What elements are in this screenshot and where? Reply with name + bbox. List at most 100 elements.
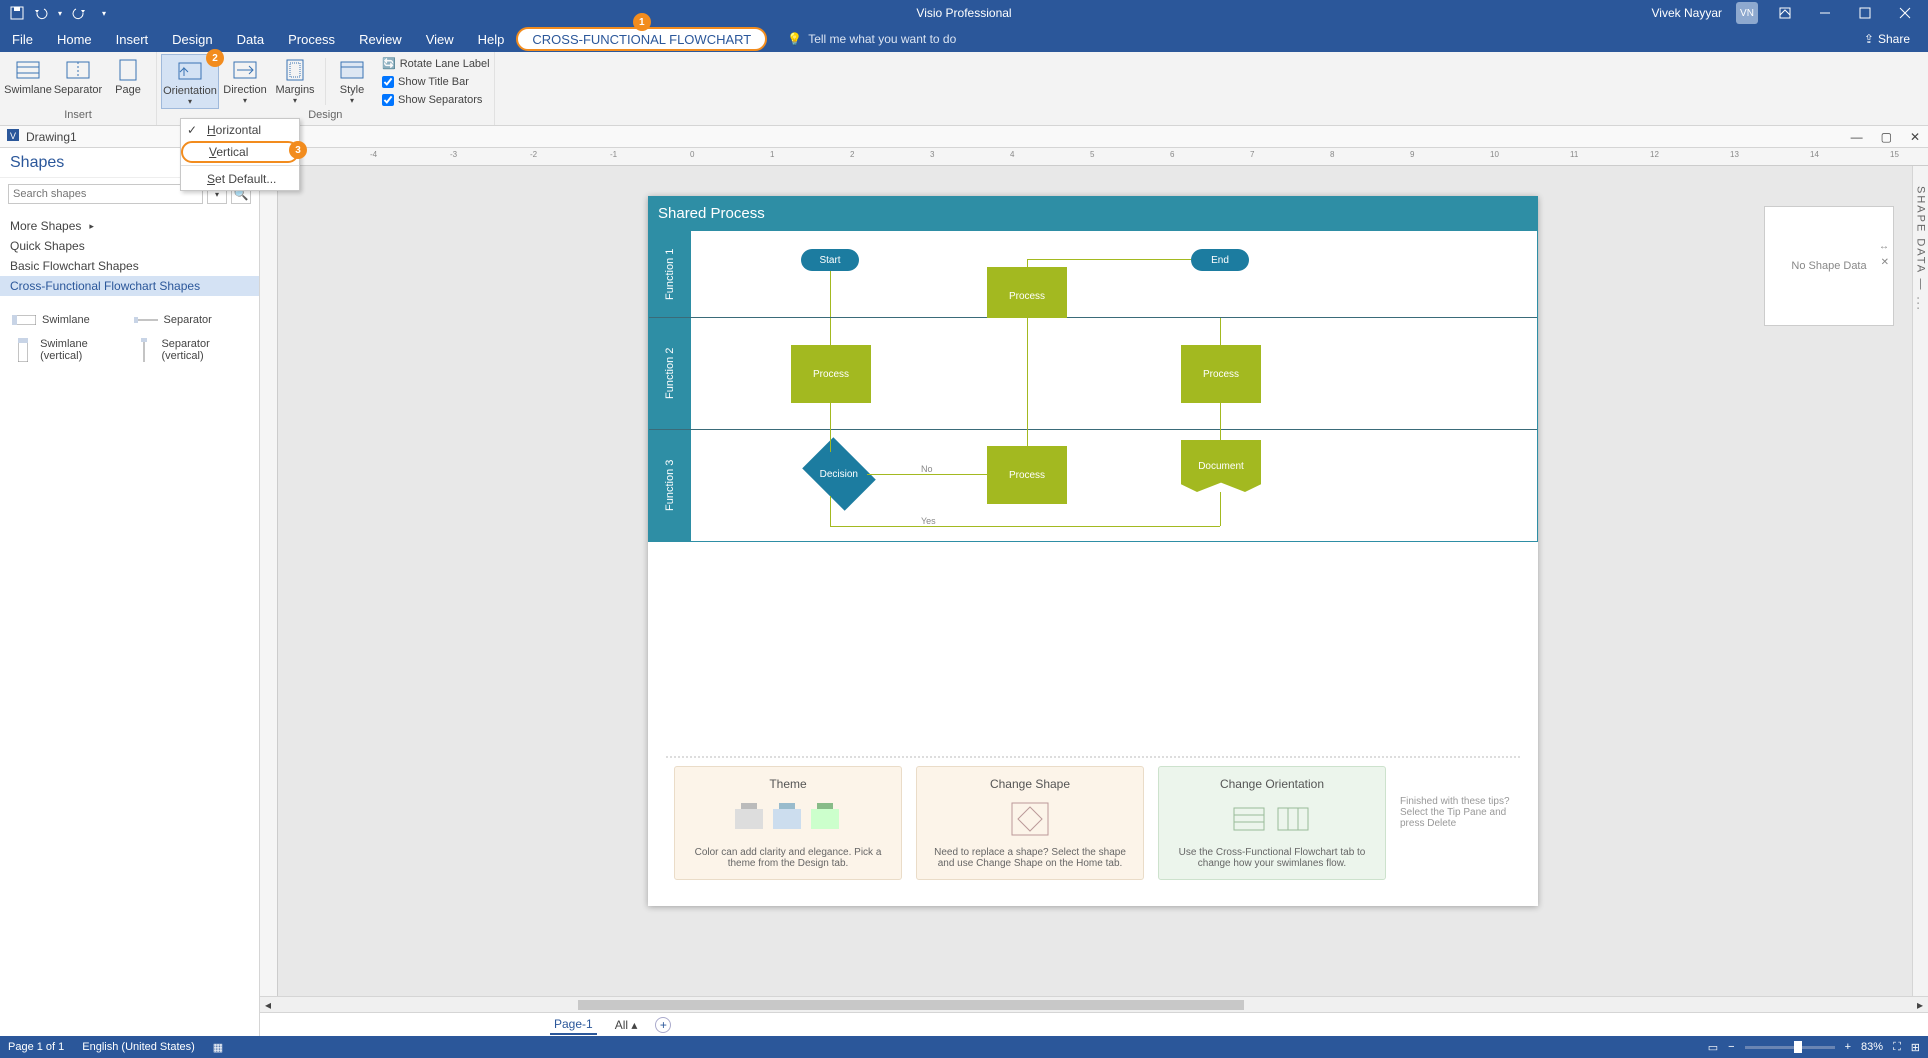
margins-button[interactable]: Margins ▾ (271, 54, 319, 109)
process-shape-2[interactable]: Process (791, 345, 871, 403)
tab-process[interactable]: Process (276, 26, 347, 52)
qat-customize-icon[interactable]: ▾ (102, 9, 106, 18)
flowchart-title[interactable]: Shared Process (648, 196, 1538, 230)
horizontal-scrollbar[interactable]: ◂ ▸ (260, 996, 1928, 1012)
fit-page-icon[interactable]: ⛶ (1893, 1041, 1901, 1054)
vertical-ruler[interactable] (260, 166, 278, 996)
tab-file[interactable]: File (0, 26, 45, 52)
add-page-icon[interactable]: + (655, 1017, 671, 1033)
shapes-panel: Shapes ‹ ▾ 🔍 More Shapes▸ Quick Shapes B… (0, 148, 260, 1036)
document-shape[interactable]: Document (1181, 440, 1261, 492)
tips-pane[interactable]: Theme Color can add clarity and elegance… (666, 756, 1520, 888)
close-icon[interactable] (1892, 3, 1918, 23)
direction-button[interactable]: Direction ▾ (221, 54, 269, 109)
style-button[interactable]: Style ▾ (332, 54, 372, 109)
zoom-level[interactable]: 83% (1861, 1041, 1883, 1053)
tab-insert[interactable]: Insert (104, 26, 161, 52)
lane-1[interactable]: Function 1 Start Process End (649, 231, 1537, 317)
zoom-slider[interactable] (1745, 1046, 1835, 1049)
doc-close-icon[interactable]: ✕ (1910, 130, 1920, 144)
scroll-left-icon[interactable]: ◂ (260, 997, 276, 1013)
orientation-horizontal[interactable]: ✓ Horizontal (181, 119, 299, 141)
shape-swimlane[interactable]: Swimlane (12, 312, 126, 328)
chevron-down-icon: ▾ (243, 96, 247, 105)
page-count[interactable]: Page 1 of 1 (8, 1041, 64, 1054)
separator-button[interactable]: Separator (54, 54, 102, 109)
macro-icon[interactable]: ▦ (213, 1041, 223, 1054)
tab-data[interactable]: Data (225, 26, 276, 52)
lane-2-label[interactable]: Function 2 (649, 318, 691, 429)
user-name[interactable]: Vivek Nayyar (1652, 6, 1722, 20)
edge-yes: Yes (921, 516, 936, 526)
flowchart: Shared Process Function 1 Start Process … (648, 196, 1538, 542)
shape-swimlane-v[interactable]: Swimlane (vertical) (12, 338, 126, 362)
scroll-right-icon[interactable]: ▸ (1912, 997, 1928, 1013)
page-all[interactable]: All ▴ (615, 1018, 638, 1032)
start-shape[interactable]: Start (801, 249, 859, 271)
ribbon-display-icon[interactable] (1772, 3, 1798, 23)
doc-minimize-icon[interactable]: — (1851, 130, 1863, 144)
tip-orientation[interactable]: Change Orientation Use the Cross-Functio… (1158, 766, 1386, 880)
scroll-thumb[interactable] (578, 1000, 1244, 1010)
shape-data-sidebar[interactable]: SHAPE DATA — ... (1912, 166, 1928, 996)
zoom-out-icon[interactable]: − (1728, 1041, 1734, 1053)
cross-functional-shapes[interactable]: Cross-Functional Flowchart Shapes (0, 276, 259, 296)
tab-home[interactable]: Home (45, 26, 104, 52)
orientation-set-default[interactable]: Set Default... (181, 168, 299, 190)
lane-3[interactable]: Function 3 Decision Process Document No (649, 429, 1537, 541)
process-shape-4[interactable]: Process (987, 446, 1067, 504)
lane-2[interactable]: Function 2 Process Process (649, 317, 1537, 429)
shape-data-panel[interactable]: No Shape Data ↔ ✕ (1764, 206, 1894, 326)
tip-theme[interactable]: Theme Color can add clarity and elegance… (674, 766, 902, 880)
search-input[interactable] (8, 184, 203, 204)
show-separators-checkbox[interactable]: Show Separators (378, 91, 490, 109)
tell-me[interactable]: 💡 Tell me what you want to do (787, 32, 956, 46)
rotate-lane-checkbox[interactable]: 🔄Rotate Lane Label (378, 55, 490, 73)
redo-icon[interactable] (72, 6, 86, 20)
callout-3: 3 (289, 141, 307, 159)
share-button[interactable]: ⇪ Share (1864, 32, 1928, 46)
drawing-surface[interactable]: No Shape Data ↔ ✕ Shared Process Functio… (278, 166, 1912, 996)
minimize-icon[interactable] (1812, 3, 1838, 23)
process-shape-3[interactable]: Process (1181, 345, 1261, 403)
doc-maximize-icon[interactable]: ▢ (1881, 130, 1892, 144)
page-tab-1[interactable]: Page-1 (550, 1015, 597, 1035)
lane-1-label[interactable]: Function 1 (649, 231, 691, 317)
tab-help[interactable]: Help (466, 26, 517, 52)
show-title-checkbox[interactable]: Show Title Bar (378, 73, 490, 91)
orientation-vertical[interactable]: 3 Vertical (181, 141, 299, 163)
decision-shape[interactable]: Decision (802, 437, 876, 511)
pan-zoom-icon[interactable]: ⊞ (1911, 1041, 1920, 1054)
page-canvas[interactable]: Shared Process Function 1 Start Process … (648, 196, 1538, 906)
user-avatar[interactable]: VN (1736, 2, 1758, 24)
swimlane-button[interactable]: Swimlane (4, 54, 52, 109)
save-icon[interactable] (10, 6, 24, 20)
orientation-icon (178, 59, 202, 83)
orientation-button[interactable]: 2 Orientation ▾ (161, 54, 219, 109)
maximize-icon[interactable] (1852, 3, 1878, 23)
undo-dropdown-icon[interactable]: ▾ (58, 9, 62, 18)
shape-separator-v[interactable]: Separator (vertical) (134, 338, 248, 362)
page-button[interactable]: Page (104, 54, 152, 109)
basic-flowchart-shapes[interactable]: Basic Flowchart Shapes (10, 256, 249, 276)
language[interactable]: English (United States) (82, 1041, 195, 1054)
tab-view[interactable]: View (414, 26, 466, 52)
horizontal-ruler[interactable]: -5-4-3-2-10123456789101112131415 (260, 148, 1928, 166)
undo-icon[interactable] (34, 6, 48, 20)
end-shape[interactable]: End (1191, 249, 1249, 271)
tab-review[interactable]: Review (347, 26, 414, 52)
more-shapes[interactable]: More Shapes▸ (10, 216, 249, 236)
lane-3-label[interactable]: Function 3 (649, 430, 691, 541)
shape-separator[interactable]: Separator (134, 312, 248, 328)
separator-label: Separator (54, 84, 102, 96)
shape-data-expand-icon[interactable]: ↔ (1879, 241, 1889, 252)
presentation-mode-icon[interactable]: ▭ (1708, 1041, 1718, 1054)
process-shape-1[interactable]: Process (987, 267, 1067, 325)
tip-change-shape[interactable]: Change Shape Need to replace a shape? Se… (916, 766, 1144, 880)
quick-shapes[interactable]: Quick Shapes (10, 236, 249, 256)
shape-data-close-icon[interactable]: ✕ (1881, 257, 1889, 268)
document-name[interactable]: Drawing1 (26, 130, 77, 144)
zoom-in-icon[interactable]: + (1845, 1041, 1851, 1053)
swimlane-h-icon (12, 312, 36, 328)
lightbulb-icon: 💡 (787, 32, 802, 46)
